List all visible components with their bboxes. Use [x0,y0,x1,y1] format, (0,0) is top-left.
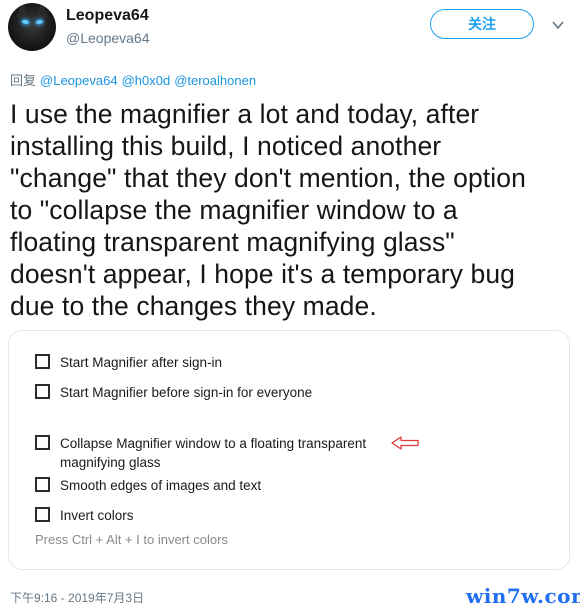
watermark: win7w.com [466,584,580,608]
option-label: Collapse Magnifier window to a floating … [60,436,367,470]
avatar-eye [35,19,44,25]
avatar-eye [21,19,30,25]
checkbox [35,507,50,522]
mention-link[interactable]: @teroalhonen [174,73,256,88]
option-label: Start Magnifier before sign-in for every… [60,385,313,400]
option-collapse-window: Collapse Magnifier window to a floating … [35,434,385,472]
option-invert-colors: Invert colors [35,506,400,525]
invert-hint: Press Ctrl + Alt + I to invert colors [35,532,228,547]
option-label: Start Magnifier after sign-in [60,355,223,370]
display-name[interactable]: Leopeva64 [66,7,149,25]
checkbox [35,477,50,492]
avatar-ear [16,3,30,17]
reply-to-line: 回复 @Leopeva64 @h0x0d @teroalhonen [10,70,256,89]
tweet-timestamp[interactable]: 下午9:16 - 2019年7月3日 [10,589,144,606]
tweet-text: I use the magnifier a lot and today, aft… [10,99,526,321]
attached-screenshot[interactable]: Start Magnifier after sign-in Start Magn… [8,330,570,570]
option-label: Smooth edges of images and text [60,478,262,493]
user-handle[interactable]: @Leopeva64 [66,30,150,46]
option-start-before-signin: Start Magnifier before sign-in for every… [35,383,400,402]
checkbox [35,435,50,450]
mention-link[interactable]: @h0x0d [122,73,171,88]
reply-prefix: 回复 [10,73,37,88]
tweet-page: Leopeva64 @Leopeva64 关注 回复 @Leopeva64 @h0x… [0,0,580,612]
red-arrow-icon [391,436,419,450]
checkbox [35,384,50,399]
option-label: Invert colors [60,508,134,523]
follow-button[interactable]: 关注 [430,9,534,39]
option-start-after-signin: Start Magnifier after sign-in [35,353,400,372]
option-smooth-edges: Smooth edges of images and text [35,476,400,495]
mention-link[interactable]: @Leopeva64 [40,73,118,88]
avatar-ear [35,3,49,17]
checkbox [35,354,50,369]
chevron-down-icon[interactable] [551,18,565,32]
avatar[interactable] [8,3,56,51]
